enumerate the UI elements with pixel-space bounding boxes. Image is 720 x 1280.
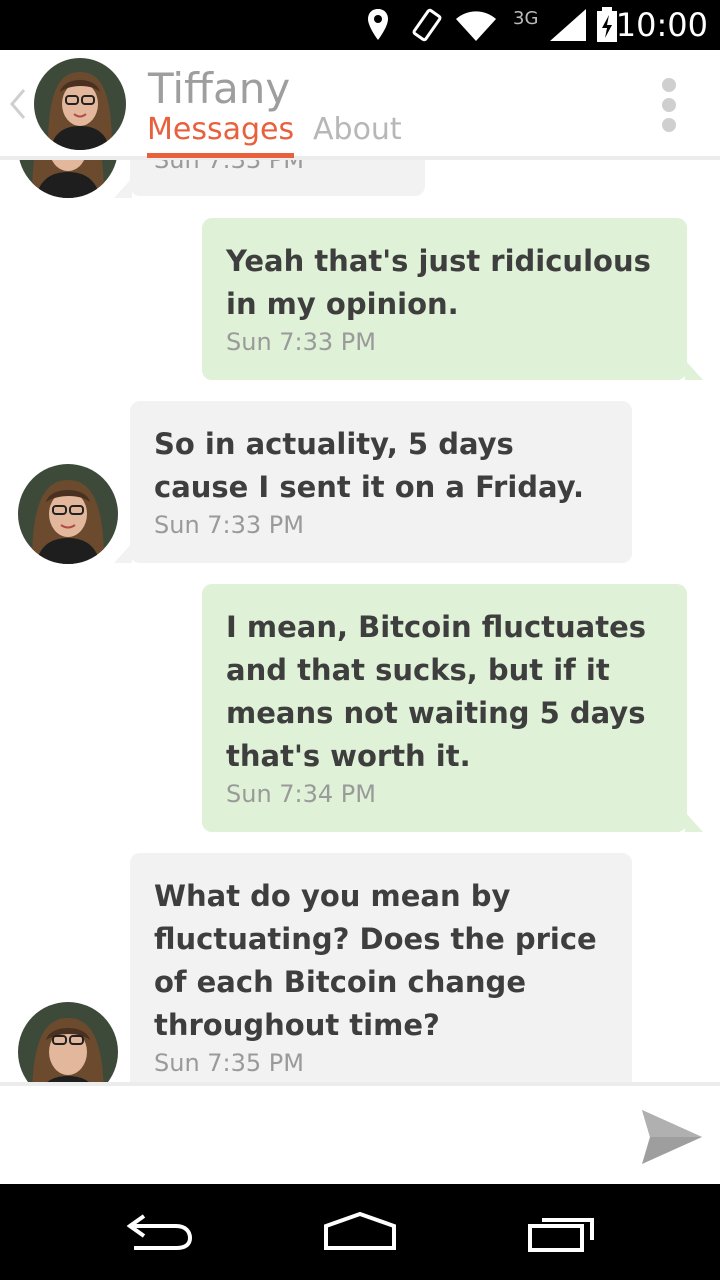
battery-icon <box>597 7 617 42</box>
sender-avatar <box>18 1002 118 1082</box>
overflow-menu-icon[interactable] <box>656 78 682 134</box>
vibrate-icon <box>412 8 442 42</box>
status-bar: 3G 10:00 <box>0 0 720 50</box>
message-bubble-incoming: So in actuality, 5 days cause I sent it … <box>130 401 632 563</box>
message-text: So in actuality, 5 days cause I sent it … <box>154 427 584 504</box>
message-timestamp: Sun 7:35 PM <box>154 1049 304 1077</box>
send-icon[interactable] <box>640 1108 704 1166</box>
message-bubble-outgoing: Yeah that's just ridiculous in my opinio… <box>202 218 687 380</box>
sender-avatar <box>18 156 118 198</box>
message-text: Yeah that's just ridiculous in my opinio… <box>226 244 651 321</box>
conversation-header: Tiffany Messages About <box>0 50 720 160</box>
system-nav-bar <box>0 1184 720 1280</box>
tab-about[interactable]: About <box>313 112 402 147</box>
message-bubble-outgoing: I mean, Bitcoin fluctuates and that suck… <box>202 584 687 832</box>
message-thread[interactable]: Sun 7:33 PM Yeah that's just ridiculous … <box>0 156 720 1082</box>
message-text: I mean, Bitcoin fluctuates and that suck… <box>226 610 647 773</box>
clock: 10:00 <box>615 6 708 44</box>
contact-name: Tiffany <box>148 64 291 113</box>
back-nav-icon[interactable] <box>124 1208 196 1254</box>
network-type: 3G <box>513 8 539 29</box>
message-timestamp: Sun 7:33 PM <box>226 328 376 356</box>
wifi-icon <box>456 11 496 41</box>
message-text: What do you mean by fluctuating? Does th… <box>154 879 597 1042</box>
message-composer <box>0 1082 720 1188</box>
bubble-tail <box>685 812 703 832</box>
chevron-left-icon[interactable] <box>8 86 28 122</box>
signal-icon <box>550 9 586 41</box>
sender-avatar <box>18 464 118 564</box>
recents-nav-icon[interactable] <box>526 1208 598 1254</box>
tab-messages[interactable]: Messages <box>147 112 295 158</box>
message-timestamp: Sun 7:34 PM <box>226 780 376 808</box>
contact-avatar[interactable] <box>34 58 126 150</box>
home-nav-icon[interactable] <box>322 1208 398 1254</box>
message-bubble-incoming: What do you mean by fluctuating? Does th… <box>130 853 632 1082</box>
location-icon <box>368 9 388 40</box>
message-timestamp: Sun 7:33 PM <box>154 511 304 539</box>
bubble-tail <box>685 360 703 380</box>
message-bubble-incoming: Sun 7:33 PM <box>130 156 425 196</box>
message-input[interactable] <box>20 1100 614 1172</box>
